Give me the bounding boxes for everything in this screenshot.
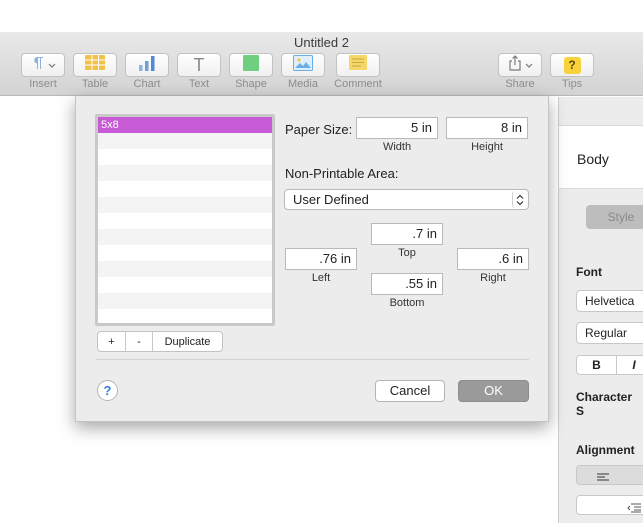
insert-label: Insert	[29, 78, 57, 90]
help-button[interactable]: ?	[97, 380, 118, 401]
empty-row	[98, 277, 272, 293]
chart-button[interactable]	[125, 53, 169, 77]
updown-arrows-icon	[512, 191, 527, 208]
alignment-heading: Alignment	[576, 443, 635, 457]
empty-row	[98, 133, 272, 149]
chevron-down-icon	[525, 56, 533, 74]
empty-row	[98, 181, 272, 197]
empty-row	[98, 245, 272, 261]
paper-size-dialog: 5x8 + - Duplicate Paper Size: 5 in Width…	[75, 96, 549, 422]
alignment-buttons	[576, 465, 643, 485]
titlebar: Untitled 2 Insert Table Chart T Text Sha…	[0, 32, 643, 96]
screen: Untitled 2 Insert Table Chart T Text Sha…	[0, 0, 643, 523]
window-title: Untitled 2	[294, 35, 349, 50]
table-label: Table	[81, 78, 109, 90]
non-printable-area-value: User Defined	[293, 192, 369, 207]
empty-row	[98, 213, 272, 229]
table-button[interactable]	[73, 53, 117, 77]
paper-width-field[interactable]: 5 in	[356, 117, 438, 139]
text-icon: T	[193, 54, 205, 75]
font-weight-select[interactable]: Regular	[576, 322, 643, 344]
empty-row	[98, 229, 272, 245]
empty-row	[98, 293, 272, 309]
list-buttons: + - Duplicate	[97, 331, 223, 352]
shape-label: Shape	[235, 78, 267, 90]
media-button[interactable]	[281, 53, 325, 77]
divider	[96, 359, 529, 360]
non-printable-area-select[interactable]: User Defined	[284, 189, 529, 210]
empty-row	[98, 197, 272, 213]
height-label: Height	[471, 141, 503, 153]
right-margin-field[interactable]: .6 in	[457, 248, 529, 270]
width-label: Width	[382, 141, 412, 153]
share-button[interactable]	[498, 53, 542, 77]
paper-size-list-item[interactable]: 5x8	[98, 117, 272, 133]
font-heading: Font	[576, 265, 602, 279]
ok-button[interactable]: OK	[458, 380, 529, 402]
tips-label: Tips	[561, 78, 583, 90]
font-family-select[interactable]: Helvetica	[576, 290, 643, 312]
comment-label: Comment	[334, 78, 382, 90]
decrease-indent-icon[interactable]	[627, 500, 641, 518]
chart-icon	[138, 55, 156, 76]
format-inspector: Body Style Font Helvetica Regular B I Ch…	[558, 97, 643, 523]
bottom-margin-field[interactable]: .55 in	[371, 273, 443, 295]
cancel-button[interactable]: Cancel	[375, 380, 445, 402]
bottom-label: Bottom	[389, 297, 425, 309]
paper-size-list[interactable]: 5x8	[95, 114, 275, 326]
align-left-icon[interactable]	[597, 470, 609, 488]
text-label: Text	[188, 78, 210, 90]
top-margin-field[interactable]: .7 in	[371, 223, 443, 245]
share-icon	[508, 54, 522, 76]
share-label: Share	[505, 78, 535, 90]
duplicate-paper-button[interactable]: Duplicate	[152, 332, 222, 351]
style-tab[interactable]: Style	[586, 205, 643, 229]
shape-icon	[243, 54, 259, 76]
media-icon	[293, 54, 313, 76]
media-label: Media	[288, 78, 318, 90]
empty-row	[98, 165, 272, 181]
top-label: Top	[398, 247, 416, 259]
remove-paper-button[interactable]: -	[125, 332, 152, 351]
paper-size-label: Paper Size:	[285, 122, 353, 137]
chevron-down-icon	[48, 56, 56, 74]
character-styles-heading: Character S	[576, 390, 633, 418]
text-button[interactable]: T	[177, 53, 221, 77]
comment-button[interactable]	[336, 53, 380, 77]
insert-button[interactable]	[21, 53, 65, 77]
left-label: Left	[311, 272, 331, 284]
bold-button[interactable]: B	[577, 356, 617, 374]
left-margin-field[interactable]: .76 in	[285, 248, 357, 270]
empty-row	[98, 149, 272, 165]
empty-row	[98, 261, 272, 277]
window-top	[0, 0, 643, 32]
add-paper-button[interactable]: +	[98, 332, 125, 351]
italic-button[interactable]: I	[625, 356, 643, 374]
chart-label: Chart	[133, 78, 161, 90]
tips-icon: ?	[563, 56, 581, 74]
indent-buttons	[576, 495, 643, 515]
paragraph-style-name: Body	[577, 151, 609, 167]
font-style-buttons: B I	[576, 355, 643, 375]
table-icon	[85, 55, 105, 75]
right-label: Right	[480, 272, 506, 284]
empty-row	[98, 309, 272, 323]
tips-button[interactable]: ?	[550, 53, 594, 77]
paragraph-icon	[31, 56, 45, 75]
non-printable-area-label: Non-Printable Area:	[285, 166, 399, 181]
comment-icon	[349, 55, 367, 75]
paper-height-field[interactable]: 8 in	[446, 117, 528, 139]
shape-button[interactable]	[229, 53, 273, 77]
